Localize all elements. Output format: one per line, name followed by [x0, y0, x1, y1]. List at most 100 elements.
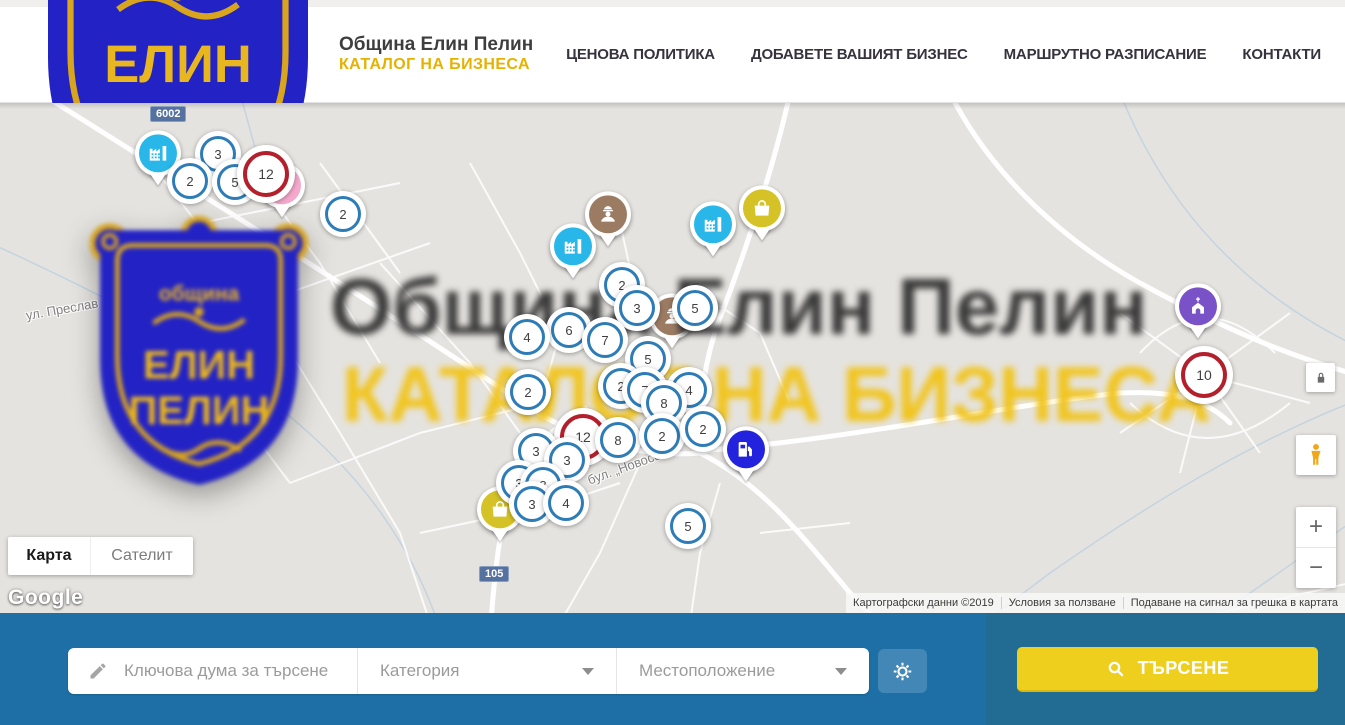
- map-cluster-marker[interactable]: 4: [543, 480, 589, 526]
- attribution-link[interactable]: Подаване на сигнал за грешка в картата: [1123, 597, 1345, 609]
- category-dropdown[interactable]: Категория: [358, 648, 616, 694]
- chevron-down-icon: [582, 668, 594, 675]
- cluster-count: 4: [685, 383, 692, 398]
- lock-button[interactable]: [1306, 363, 1335, 392]
- map-pin-factory[interactable]: [550, 223, 596, 269]
- pin-head: [1175, 283, 1221, 329]
- pin-head: [739, 185, 785, 231]
- map-type-map-button[interactable]: Карта: [8, 537, 90, 575]
- road-number-badge: 105: [479, 566, 509, 582]
- search-submit-button[interactable]: ТЪРСЕНЕ: [1017, 647, 1318, 692]
- advanced-search-button[interactable]: [878, 649, 927, 693]
- nav-item[interactable]: ЦЕНОВА ПОЛИТИКА: [566, 46, 715, 63]
- cluster-count: 3: [633, 301, 640, 316]
- main-nav: ЦЕНОВА ПОЛИТИКА ДОБАВЕТЕ ВАШИЯТ БИЗНЕС МАР…: [566, 46, 1321, 63]
- pin-tail: [273, 204, 291, 226]
- map-pin-fuel[interactable]: [723, 426, 769, 472]
- cluster-count: 3: [563, 453, 570, 468]
- pin-head: [690, 201, 736, 247]
- cluster-count: 2: [658, 429, 665, 444]
- cluster-count: 8: [660, 396, 667, 411]
- pin-tail: [599, 233, 617, 255]
- cluster-count: 7: [601, 333, 608, 348]
- gear-icon: [892, 661, 913, 682]
- cluster-count: 2: [186, 174, 193, 189]
- map-canvas[interactable]: ул. Преславбул. „Новоселици6002105: [0, 103, 1345, 613]
- cluster-count: 8: [614, 433, 621, 448]
- map-cluster-marker[interactable]: 7: [582, 317, 628, 363]
- map-cluster-marker[interactable]: 5: [665, 503, 711, 549]
- pin-tail: [491, 528, 509, 550]
- nav-item[interactable]: КОНТАКТИ: [1242, 46, 1321, 63]
- cluster-count: 3: [214, 147, 221, 162]
- map-attribution: Картографски данни ©2019Условия за ползв…: [846, 593, 1345, 613]
- brand-title: Община Елин Пелин: [339, 34, 533, 56]
- search-section: Категория Местоположение ТЪРСЕНЕ: [0, 613, 1345, 725]
- map-cluster-marker[interactable]: 8: [595, 417, 641, 463]
- map-cluster-marker[interactable]: 4: [504, 314, 550, 360]
- pin-tail: [753, 227, 771, 249]
- street-view-pegman[interactable]: [1296, 435, 1336, 475]
- map-cluster-marker[interactable]: 2: [639, 413, 685, 459]
- fuel-icon: [727, 430, 765, 468]
- map-type-satellite-button[interactable]: Сателит: [90, 537, 193, 575]
- lock-icon: [1314, 371, 1328, 385]
- attribution-text: Картографски данни ©2019: [846, 597, 1001, 609]
- cluster-count: 4: [523, 330, 530, 345]
- keyword-search-input[interactable]: [122, 660, 356, 682]
- shopping-bag-icon: [743, 189, 781, 227]
- search-bar: Категория Местоположение: [68, 648, 869, 694]
- cluster-count: 5: [691, 301, 698, 316]
- search-icon: [1106, 659, 1126, 679]
- pin-head: [550, 223, 596, 269]
- map-type-control: Карта Сателит: [8, 537, 193, 575]
- map-cluster-marker[interactable]: 5: [672, 285, 718, 331]
- nav-item[interactable]: ДОБАВЕТЕ ВАШИЯТ БИЗНЕС: [751, 46, 968, 63]
- search-button-label: ТЪРСЕНЕ: [1138, 658, 1230, 679]
- cluster-count: 5: [684, 519, 691, 534]
- cluster-count: 3: [528, 497, 535, 512]
- map-pin-shopping-bag[interactable]: [739, 185, 785, 231]
- map-pin-church[interactable]: [1175, 283, 1221, 329]
- keyword-field-wrap: [68, 648, 357, 694]
- header: община ЕЛИН ПЕЛИН Община Елин Пелин КАТА…: [0, 7, 1345, 103]
- svg-text:ЕЛИН: ЕЛИН: [104, 35, 252, 94]
- map-cluster-marker[interactable]: 2: [167, 158, 213, 204]
- cluster-count: 10: [1196, 367, 1212, 383]
- location-label: Местоположение: [639, 661, 775, 681]
- cluster-count: 12: [258, 166, 274, 182]
- page: община ЕЛИН ПЕЛИН Община Елин Пелин КАТА…: [0, 0, 1345, 725]
- chevron-down-icon: [835, 668, 847, 675]
- pin-tail: [149, 172, 167, 194]
- map-pin-factory[interactable]: [690, 201, 736, 247]
- pin-tail: [737, 468, 755, 490]
- zoom-in-button[interactable]: +: [1296, 507, 1336, 548]
- map-cluster-marker[interactable]: 12: [237, 145, 295, 203]
- factory-icon: [554, 227, 592, 265]
- zoom-control: + −: [1296, 507, 1336, 588]
- cluster-count: 2: [339, 207, 346, 222]
- pin-head: [723, 426, 769, 472]
- pin-tail: [704, 243, 722, 265]
- google-logo[interactable]: Google: [8, 586, 83, 610]
- category-label: Категория: [380, 661, 459, 681]
- map-cluster-marker[interactable]: 2: [505, 369, 551, 415]
- cluster-count: 6: [565, 323, 572, 338]
- location-dropdown[interactable]: Местоположение: [617, 648, 869, 694]
- factory-icon: [694, 205, 732, 243]
- church-icon: [1179, 287, 1217, 325]
- nav-item[interactable]: МАРШРУТНО РАЗПИСАНИЕ: [1004, 46, 1207, 63]
- map-cluster-marker[interactable]: 2: [320, 191, 366, 237]
- pegman-icon: [1303, 442, 1329, 468]
- pin-tail: [564, 265, 582, 287]
- cluster-count: 2: [524, 385, 531, 400]
- road-number-badge: 6002: [150, 106, 186, 122]
- zoom-out-button[interactable]: −: [1296, 548, 1336, 588]
- map-cluster-marker[interactable]: 10: [1175, 346, 1233, 404]
- pencil-icon: [88, 661, 108, 681]
- attribution-link[interactable]: Условия за ползване: [1001, 597, 1123, 609]
- cluster-count: 4: [562, 496, 569, 511]
- cluster-count: 2: [699, 422, 706, 437]
- cluster-count: 3: [532, 444, 539, 459]
- map-cluster-marker[interactable]: 2: [680, 406, 726, 452]
